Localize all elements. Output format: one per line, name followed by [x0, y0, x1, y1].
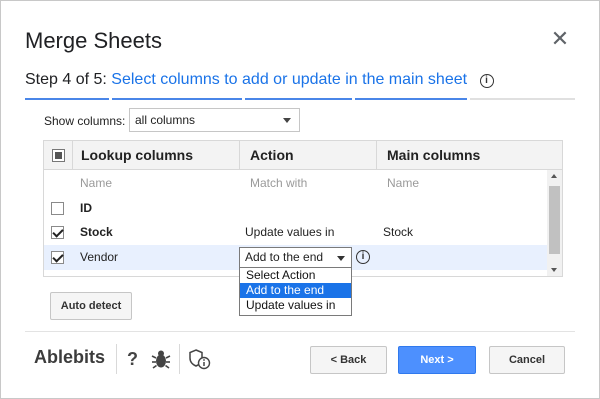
table-scrollbar[interactable] [547, 170, 562, 276]
info-icon[interactable]: i [479, 74, 494, 88]
subheader-row: Name Match with Name [44, 171, 548, 196]
main-column-name: Stock [383, 225, 414, 239]
scroll-thumb[interactable] [549, 186, 560, 254]
dropdown-option-add-to-end[interactable]: Add to the end [240, 283, 351, 298]
step-description: Select columns to add or update in the m… [111, 71, 468, 88]
progress-segment-1 [25, 98, 109, 100]
footer-separator [116, 344, 117, 374]
show-columns-label: Show columns: [44, 114, 126, 128]
scroll-down-icon[interactable] [551, 268, 557, 272]
select-all-cell [44, 141, 73, 170]
merge-sheets-dialog: Merge Sheets ✕ Step 4 of 5: Select colum… [0, 0, 600, 399]
dropdown-option-update-values[interactable]: Update values in [240, 298, 351, 313]
row-action-value[interactable]: Update values in [245, 220, 334, 245]
header-action: Action [240, 141, 377, 170]
lookup-column-name: Stock [80, 225, 113, 239]
dialog-title: Merge Sheets [25, 28, 162, 53]
help-icon[interactable]: ? [127, 349, 138, 370]
progress-segment-2 [112, 98, 242, 100]
table-row[interactable]: ID [44, 196, 548, 221]
back-button[interactable]: < Back [310, 346, 387, 374]
chevron-down-icon [337, 256, 345, 261]
dropdown-option-select-action[interactable]: Select Action [240, 268, 351, 283]
header-main-columns: Main columns [387, 147, 481, 163]
subheader-main: Name [387, 176, 420, 190]
show-columns-select[interactable]: all columns [129, 108, 300, 132]
row-checkbox[interactable] [51, 226, 64, 239]
chevron-down-icon [283, 118, 291, 123]
step-number: Step 4 of 5: [25, 71, 107, 88]
progress-segment-3 [245, 98, 352, 100]
show-columns-value: all columns [135, 113, 196, 127]
scroll-up-icon[interactable] [551, 174, 557, 178]
ablebits-logo: Ablebits [34, 347, 106, 367]
footer-separator [179, 344, 180, 374]
bug-icon[interactable] [151, 348, 171, 370]
row-checkbox[interactable] [51, 251, 64, 264]
auto-detect-button[interactable]: Auto detect [50, 292, 132, 320]
privacy-shield-icon[interactable] [188, 347, 212, 371]
footer-divider [25, 331, 575, 332]
header-lookup-columns: Lookup columns [73, 141, 240, 170]
subheader-action: Match with [250, 176, 308, 190]
progress-segment-4 [355, 98, 467, 100]
close-icon[interactable]: ✕ [549, 28, 571, 50]
action-select[interactable]: Add to the end [239, 247, 352, 268]
lookup-column-name: Vendor [80, 250, 119, 264]
select-all-checkbox[interactable] [52, 149, 65, 162]
action-select-value: Add to the end [245, 250, 324, 264]
row-checkbox[interactable] [51, 276, 64, 277]
cancel-button[interactable]: Cancel [489, 346, 565, 374]
table-header: Lookup columns Action Main columns [44, 141, 562, 170]
action-dropdown-list: Select Action Add to the end Update valu… [239, 267, 352, 316]
step-header: Step 4 of 5: Select columns to add or up… [25, 71, 494, 89]
lookup-column-name: ID [80, 201, 92, 215]
row-checkbox[interactable] [51, 202, 64, 215]
info-icon[interactable]: i [356, 250, 370, 264]
table-row[interactable]: Stock Update values in Stock [44, 220, 548, 245]
next-button[interactable]: Next > [398, 346, 476, 374]
subheader-lookup: Name [80, 176, 113, 190]
progress-segment-5 [470, 98, 575, 100]
